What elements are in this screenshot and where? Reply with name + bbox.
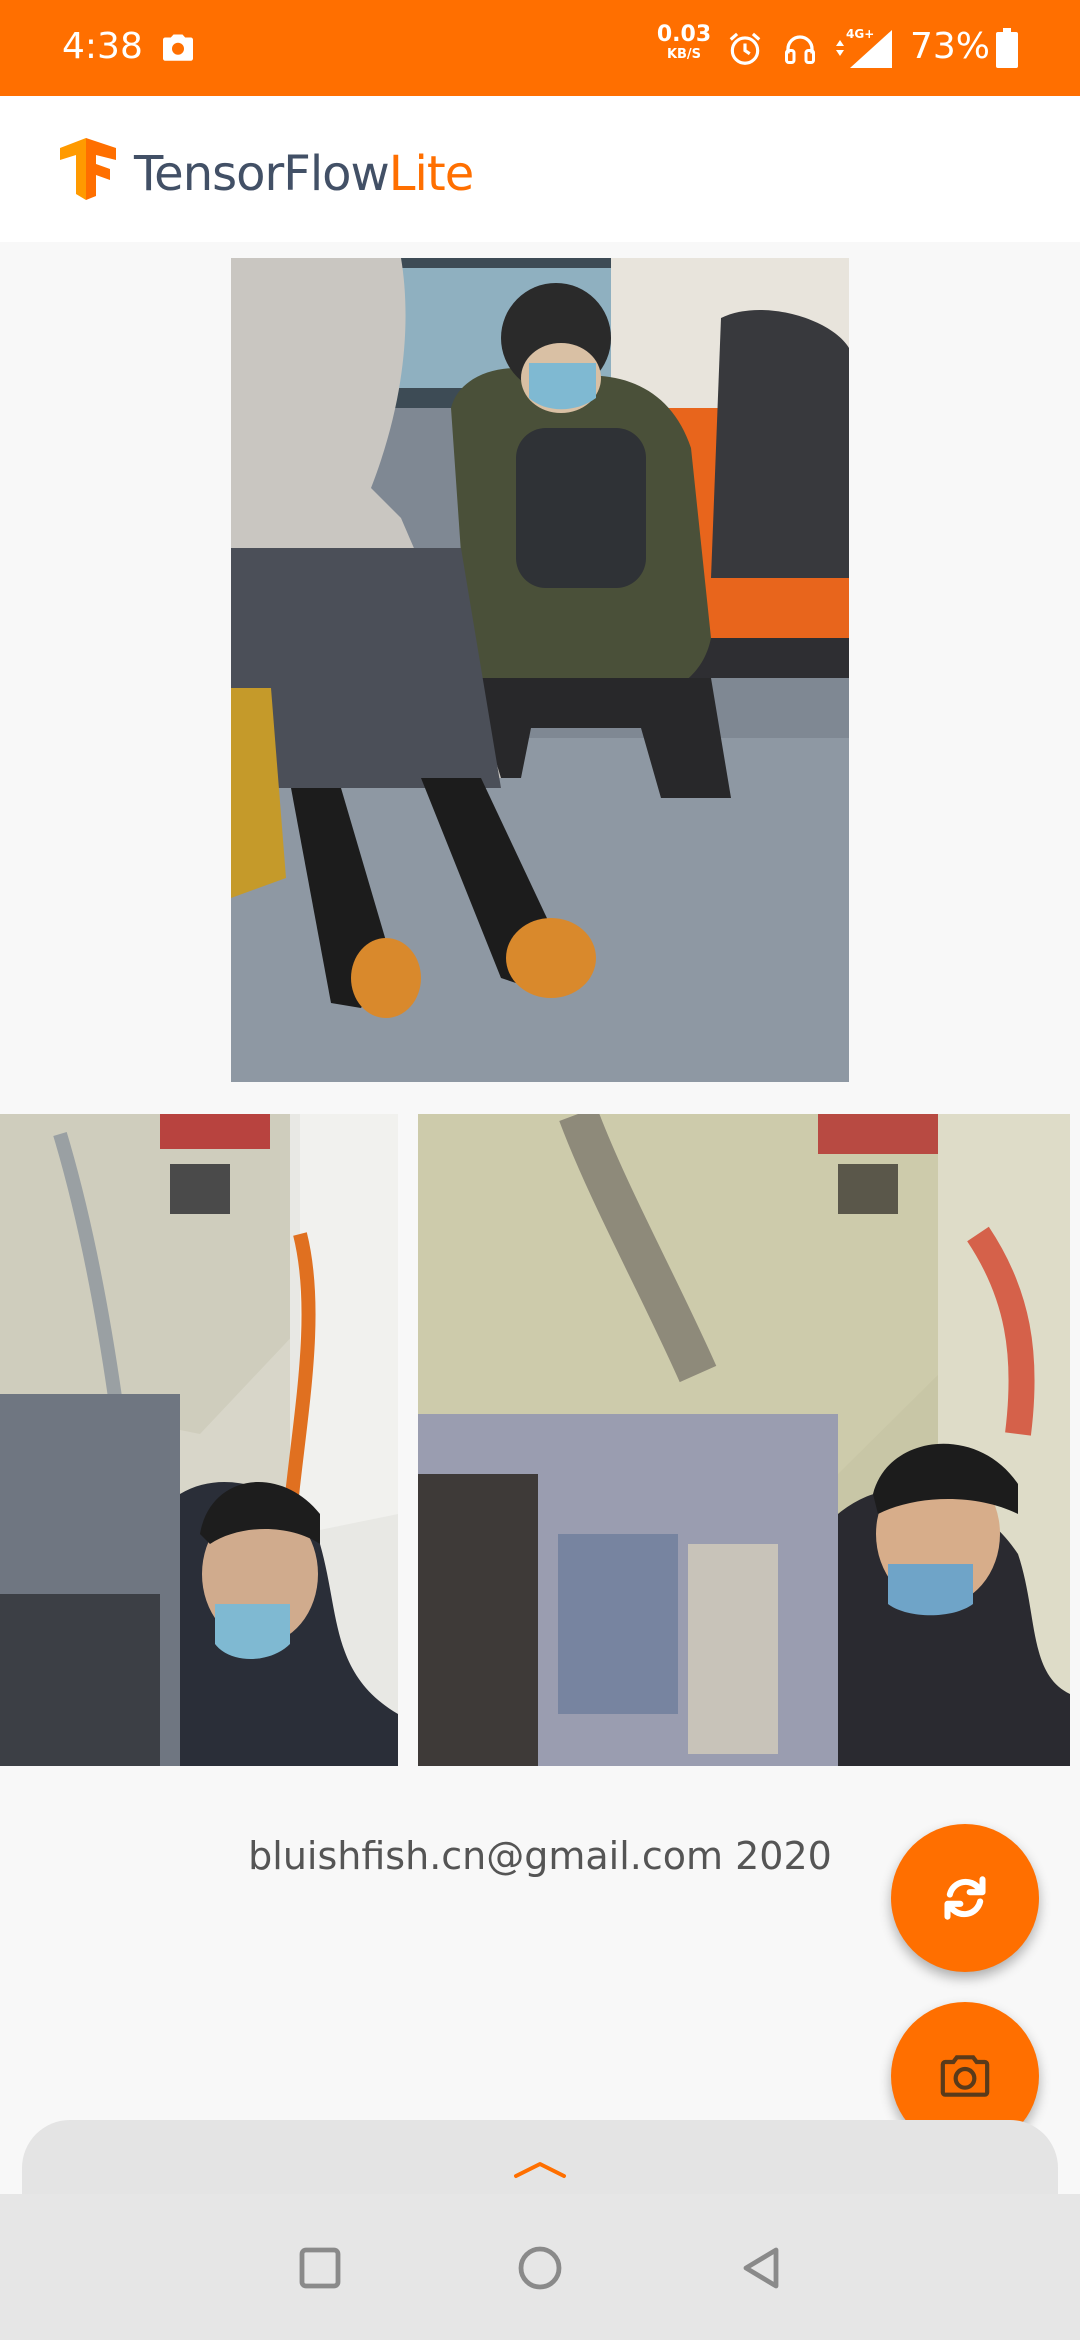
- logo-accent-text: Lite: [388, 146, 474, 202]
- signal-icon: 4G+: [836, 27, 892, 68]
- navigation-bar: [0, 2194, 1080, 2340]
- recents-icon[interactable]: [290, 2238, 350, 2298]
- logo-main-text: TensorFlow: [134, 146, 390, 202]
- headset-icon: [785, 35, 815, 64]
- switch-style-button[interactable]: [891, 1824, 1039, 1972]
- back-icon[interactable]: [732, 2238, 792, 2298]
- net-speed-value: 0.03: [656, 22, 712, 47]
- stylized-image[interactable]: [418, 1114, 1070, 1766]
- battery-icon: [996, 28, 1018, 68]
- status-bar: 4:38 0.03 KB/S 4G+ 73%: [0, 0, 1080, 96]
- home-icon[interactable]: [510, 2238, 570, 2298]
- tensorflow-logo-icon: [60, 138, 116, 200]
- app-logo-text: TensorFlowLite: [134, 146, 474, 202]
- status-time: 4:38: [62, 26, 143, 67]
- network-type: 4G+: [846, 27, 874, 41]
- chevron-up-icon[interactable]: [512, 2160, 568, 2180]
- refresh-icon: [944, 1876, 986, 1920]
- style-image[interactable]: [0, 1114, 398, 1766]
- alarm-icon: [729, 32, 761, 65]
- camera-icon: [163, 34, 193, 61]
- camera-icon: [940, 2055, 990, 2097]
- content-image[interactable]: [231, 258, 849, 1082]
- net-speed-unit: KB/S: [666, 47, 702, 62]
- battery-percent: 73%: [910, 26, 991, 67]
- net-speed: 0.03 KB/S: [656, 22, 712, 62]
- app-bar: TensorFlowLite: [0, 96, 1080, 242]
